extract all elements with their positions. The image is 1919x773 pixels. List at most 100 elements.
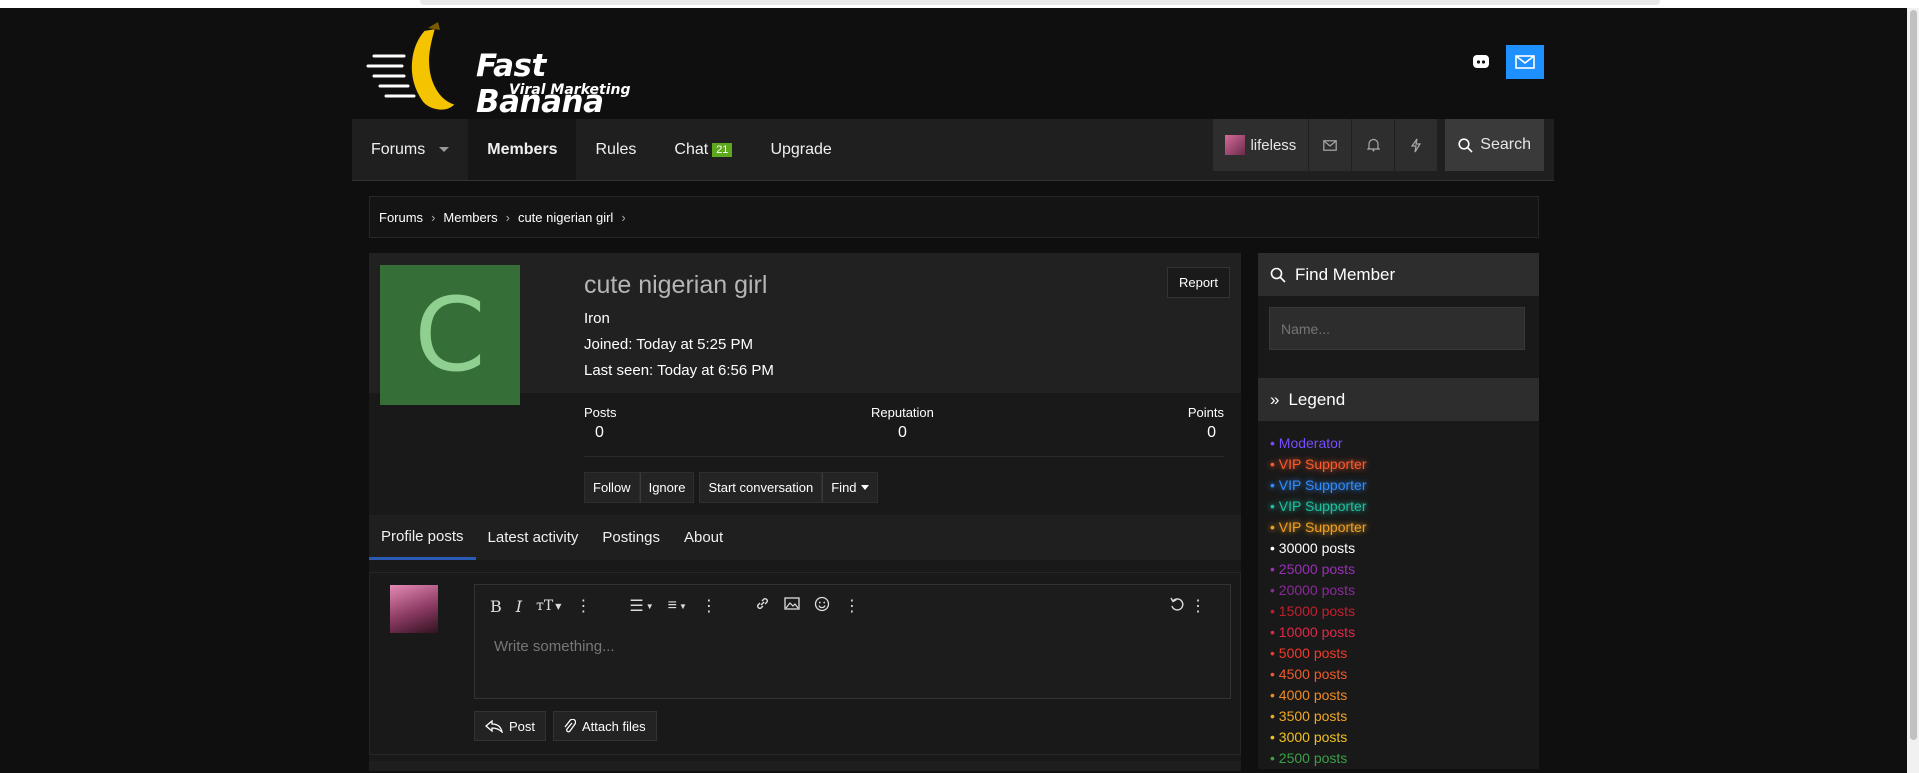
bolt-icon xyxy=(1411,138,1422,152)
stat-points[interactable]: Points 0 xyxy=(1188,405,1224,442)
inbox-button[interactable] xyxy=(1309,119,1353,171)
member-name-input[interactable] xyxy=(1269,307,1525,350)
next-post-strip xyxy=(369,761,1241,771)
link-icon[interactable] xyxy=(755,596,770,616)
scrollbar-thumb[interactable] xyxy=(1910,10,1917,740)
chevron-right-icon: › xyxy=(621,209,626,225)
message-editor[interactable]: B I ᴛT ▼ ⋮ ☰ ▼ ≡ ▼ ⋮ ⋮ ⋮ Write something… xyxy=(474,584,1231,699)
stat-reputation-value: 0 xyxy=(898,424,907,441)
image-icon[interactable] xyxy=(784,597,800,615)
chevron-down-icon[interactable] xyxy=(439,147,450,152)
nav-forums-label: Forums xyxy=(371,140,426,158)
legend-item: • 4000 posts xyxy=(1270,687,1348,703)
chevron-right-icon: › xyxy=(431,209,436,225)
tab-about[interactable]: About xyxy=(672,515,735,560)
nav-members[interactable]: Members xyxy=(468,119,577,180)
legend-item: • VIP Supporter xyxy=(1270,477,1367,493)
legend-item: • VIP Supporter xyxy=(1270,498,1367,514)
legend-block: » Legend • Moderator • VIP Supporter • VIP… xyxy=(1258,378,1539,769)
attach-files-button[interactable]: Attach files xyxy=(553,711,657,741)
legend-item: • 4500 posts xyxy=(1270,666,1348,682)
alerts-button[interactable] xyxy=(1352,119,1396,171)
find-member-title: Find Member xyxy=(1295,264,1396,284)
report-button[interactable]: Report xyxy=(1166,267,1230,298)
nav-upgrade[interactable]: Upgrade xyxy=(751,119,850,180)
page-title: cute nigerian girl xyxy=(584,271,768,299)
nav-chat[interactable]: Chat 21 xyxy=(655,119,751,180)
editor-toolbar: B I ᴛT ▼ ⋮ ☰ ▼ ≡ ▼ ⋮ ⋮ ⋮ xyxy=(475,585,1230,627)
avatar[interactable] xyxy=(390,585,438,633)
bold-icon[interactable]: B xyxy=(490,597,502,616)
tab-postings[interactable]: Postings xyxy=(590,515,672,560)
find-member-block: Find Member xyxy=(1258,253,1539,378)
nav-rules-label: Rules xyxy=(595,140,637,158)
nav-upgrade-label: Upgrade xyxy=(770,140,832,158)
more-options-icon[interactable]: ⋮ xyxy=(575,596,591,616)
align-icon[interactable]: ≡ ▼ xyxy=(668,597,687,615)
nav-forums[interactable]: Forums xyxy=(352,119,468,180)
user-account-link[interactable]: lifeless xyxy=(1213,119,1310,171)
more-options-icon[interactable]: ⋮ xyxy=(701,596,717,616)
tab-profile-posts[interactable]: Profile posts xyxy=(369,515,476,560)
profile-tabs: Profile posts Latest activity Postings A… xyxy=(369,515,1241,560)
composer-actions: Post Attach files xyxy=(474,711,657,741)
legend-item: • 3000 posts xyxy=(1270,729,1348,745)
site-header: Fast Banana Viral Marketing xyxy=(352,8,1554,120)
legend-item: • 25000 posts xyxy=(1270,561,1356,577)
follow-ignore-group: Follow Ignore xyxy=(584,472,695,503)
post-button[interactable]: Post xyxy=(474,711,547,741)
breadcrumb-forums[interactable]: Forums xyxy=(379,210,423,225)
undo-icon[interactable] xyxy=(1169,596,1186,618)
more-options-icon[interactable]: ⋮ xyxy=(1190,596,1206,616)
find-member-body xyxy=(1258,296,1539,378)
last-seen: Last seen: Today at 6:56 PM xyxy=(584,362,774,379)
contact-mail-button[interactable] xyxy=(1506,45,1544,79)
legend-item: • Moderator xyxy=(1270,435,1343,451)
discord-icon[interactable] xyxy=(1464,45,1498,79)
chevron-right-icon: › xyxy=(505,209,510,225)
follow-button[interactable]: Follow xyxy=(584,472,640,503)
profile-actions: Follow Ignore Start conversation Find xyxy=(584,472,878,503)
legend-item: • 10000 posts xyxy=(1270,624,1356,640)
reply-icon xyxy=(485,719,503,733)
site-logo[interactable]: Fast Banana Viral Marketing xyxy=(364,16,634,120)
main-nav: Forums Members Rules Chat 21 Upgrade lif… xyxy=(352,119,1554,181)
stat-posts-label: Posts xyxy=(584,405,617,420)
more-options-icon[interactable]: ⋮ xyxy=(844,596,860,616)
stat-points-value: 0 xyxy=(1207,424,1216,441)
find-menu-button[interactable]: Find xyxy=(822,472,878,503)
logo-tagline: Viral Marketing xyxy=(509,82,631,98)
legend-item: • 30000 posts xyxy=(1270,540,1356,556)
stat-posts-value: 0 xyxy=(595,424,604,441)
tab-latest-activity[interactable]: Latest activity xyxy=(476,515,591,560)
list-icon[interactable]: ☰ ▼ xyxy=(629,596,653,616)
breadcrumb-user[interactable]: cute nigerian girl xyxy=(518,210,613,225)
italic-icon[interactable]: I xyxy=(516,597,522,616)
legend-item: • VIP Supporter xyxy=(1270,519,1367,535)
smiley-icon[interactable] xyxy=(814,596,830,617)
breadcrumb-members[interactable]: Members xyxy=(443,210,497,225)
search-icon xyxy=(1270,267,1286,283)
text-size-icon[interactable]: ᴛT ▼ xyxy=(536,598,561,614)
legend-list: • Moderator • VIP Supporter • VIP Supporte… xyxy=(1258,421,1539,769)
profile-stats: Posts 0 Reputation 0 Points 0 xyxy=(584,405,1224,457)
search-label: Search xyxy=(1480,136,1531,153)
breadcrumb: Forums › Members › cute nigerian girl › xyxy=(369,196,1539,238)
page-wrapper: Fast Banana Viral Marketing Forums Membe… xyxy=(352,8,1554,771)
browser-top-strip xyxy=(0,0,1919,8)
start-conversation-button[interactable]: Start conversation xyxy=(699,472,823,503)
whats-new-button[interactable] xyxy=(1395,119,1439,171)
nav-rules[interactable]: Rules xyxy=(576,119,655,180)
ignore-button[interactable]: Ignore xyxy=(639,472,695,503)
browser-strip-bar xyxy=(420,0,1660,5)
paperclip-icon xyxy=(564,718,577,732)
legend-item: • VIP Supporter xyxy=(1270,456,1367,472)
avatar[interactable]: C xyxy=(380,265,520,405)
legend-item: • 5000 posts xyxy=(1270,645,1348,661)
post-label: Post xyxy=(509,718,536,734)
search-button[interactable]: Search xyxy=(1445,119,1544,171)
legend-item: • 20000 posts xyxy=(1270,582,1356,598)
page-scrollbar[interactable] xyxy=(1907,8,1919,773)
legend-item: • 3500 posts xyxy=(1270,708,1348,724)
stat-posts[interactable]: Posts 0 xyxy=(584,405,617,442)
